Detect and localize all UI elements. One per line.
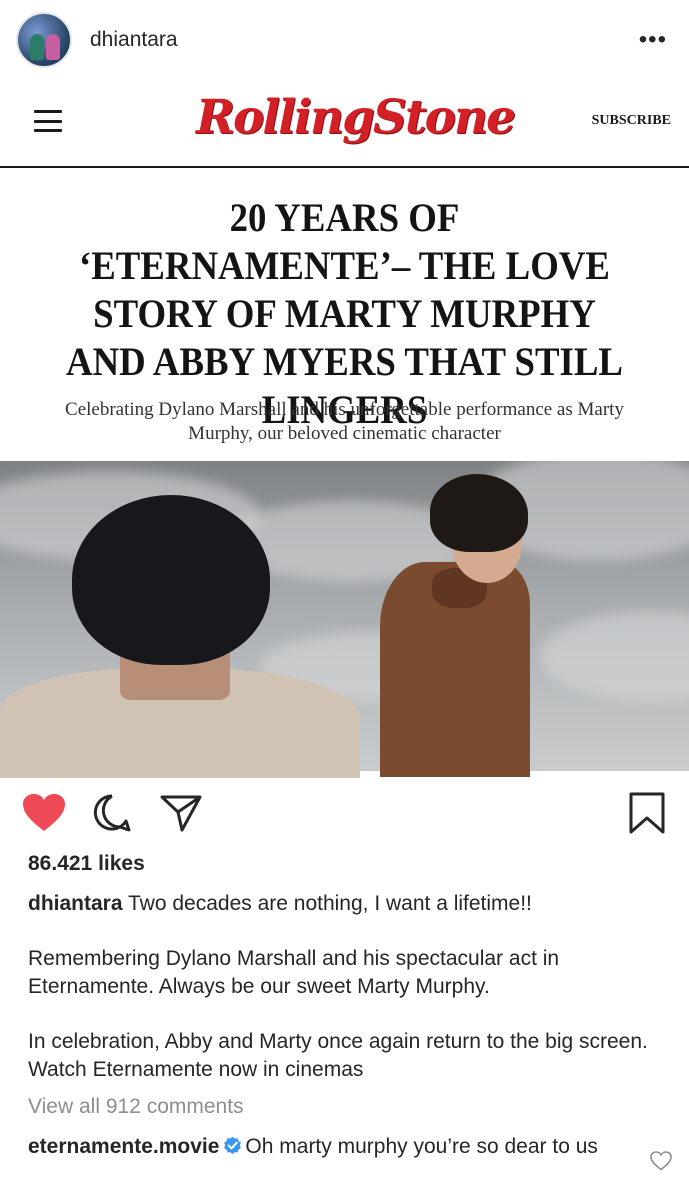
caption-paragraph-2: Remembering Dylano Marshall and his spec… <box>28 947 560 998</box>
view-all-comments-link[interactable]: View all 912 comments <box>28 1095 244 1119</box>
comment-username[interactable]: eternamente.movie <box>28 1135 219 1158</box>
caption-first-line: dhiantara Two decades are nothing, I wan… <box>28 890 668 918</box>
avatar-figure-right <box>46 34 60 60</box>
caption-text: Two decades are nothing, I want a lifeti… <box>128 892 532 915</box>
likes-count[interactable]: 86.421 likes <box>28 852 145 876</box>
comment-like-heart-icon[interactable] <box>650 1151 672 1171</box>
comment-icon[interactable] <box>92 793 132 833</box>
verified-badge-icon <box>224 1136 242 1154</box>
hamburger-menu-icon[interactable] <box>34 110 62 132</box>
share-icon[interactable] <box>160 793 202 833</box>
photo-person-foreground-hair <box>72 495 270 665</box>
post-username[interactable]: dhiantara <box>90 28 178 52</box>
comment-text: Oh marty murphy you’re so dear to us <box>245 1135 598 1158</box>
post-header: dhiantara ••• <box>0 0 689 80</box>
article-subheadline: Celebrating Dylano Marshall and his unfo… <box>65 399 624 444</box>
heart-icon[interactable] <box>22 793 66 833</box>
rolling-stone-logo: RollingStone <box>196 90 516 145</box>
magazine-header: RollingStone SUBSCRIBE <box>0 80 689 168</box>
caption-paragraph-3: In celebration, Abby and Marty once agai… <box>28 1030 648 1081</box>
bookmark-icon[interactable] <box>628 791 666 835</box>
photo-person-background-hair <box>430 474 528 552</box>
caption-username[interactable]: dhiantara <box>28 892 123 915</box>
avatar-figure-left <box>30 34 44 60</box>
top-comment: eternamente.movie Oh marty murphy you’re… <box>28 1133 640 1161</box>
subscribe-link[interactable]: SUBSCRIBE <box>592 113 671 129</box>
avatar[interactable] <box>16 12 72 68</box>
post-caption: dhiantara Two decades are nothing, I wan… <box>28 890 668 1111</box>
more-horizontal-icon[interactable]: ••• <box>639 28 667 52</box>
